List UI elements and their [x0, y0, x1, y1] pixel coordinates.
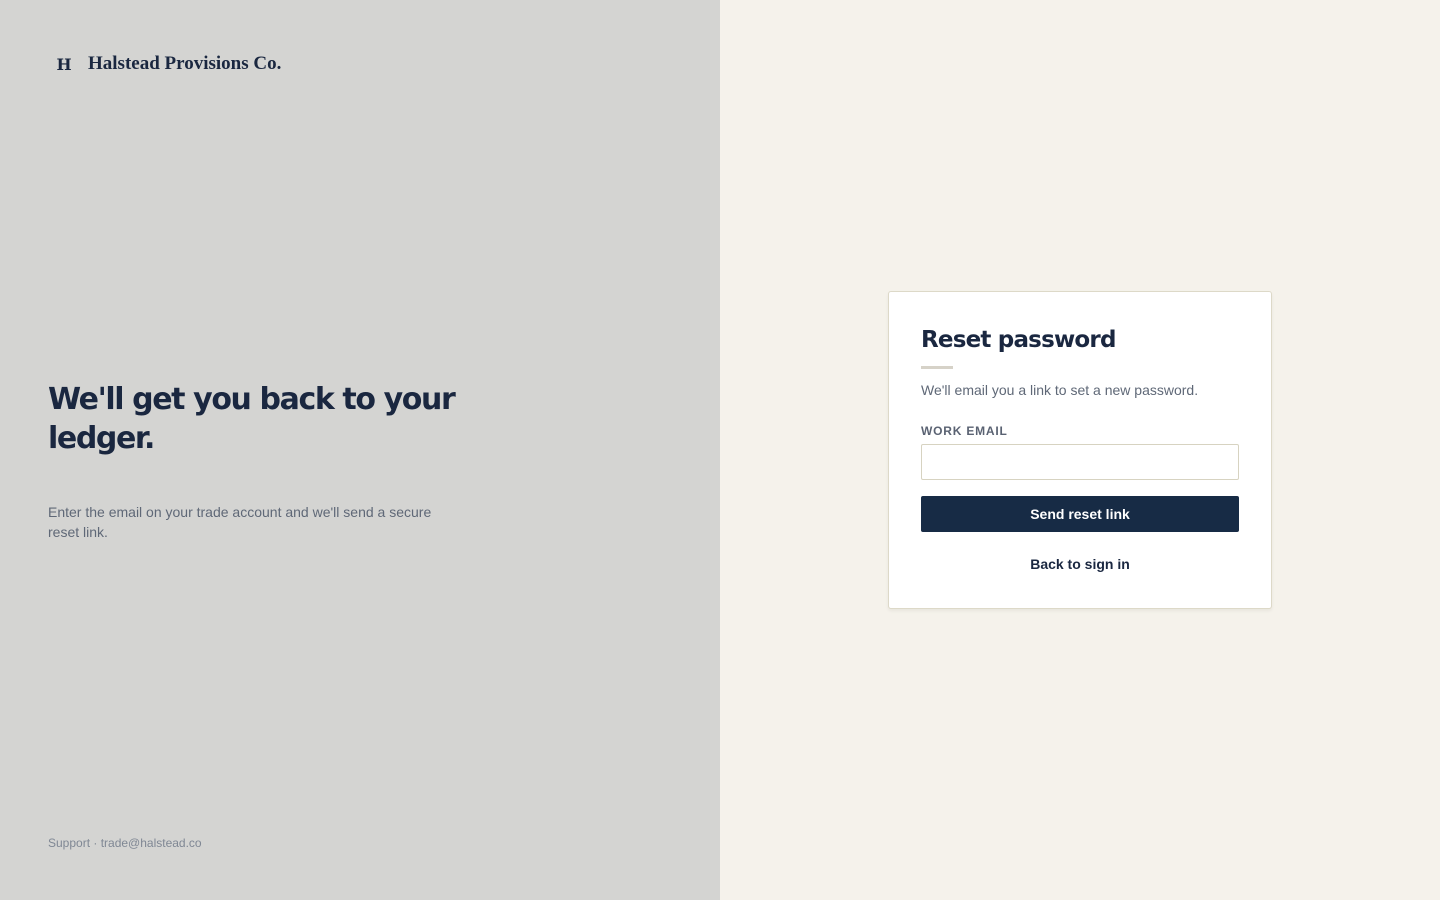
form-panel: Reset password We'll email you a link to… — [720, 0, 1440, 900]
brand-panel: H Halstead Provisions Co. We'll get you … — [0, 0, 720, 900]
card-title: Reset password — [921, 327, 1116, 353]
hero-title: We'll get you back to your ledger. — [48, 382, 456, 456]
brand-monogram-icon: H — [56, 54, 72, 74]
brand-logo: H Halstead Provisions Co. — [48, 50, 281, 78]
title-divider — [921, 366, 953, 369]
work-email-input[interactable] — [921, 444, 1239, 480]
hero: We'll get you back to your ledger. Enter… — [48, 380, 468, 542]
card-description: We'll email you a link to set a new pass… — [921, 382, 1199, 398]
hero-description: Enter the email on your trade account an… — [48, 504, 432, 540]
back-to-sign-in-link[interactable]: Back to sign in — [921, 556, 1239, 572]
send-reset-link-button[interactable]: Send reset link — [921, 496, 1239, 532]
work-email-label: WORK EMAIL — [921, 424, 1008, 438]
brand-name: Halstead Provisions Co. — [88, 53, 282, 74]
support-contact: Support · trade@halstead.co — [48, 836, 202, 850]
reset-password-card: Reset password We'll email you a link to… — [888, 291, 1272, 609]
